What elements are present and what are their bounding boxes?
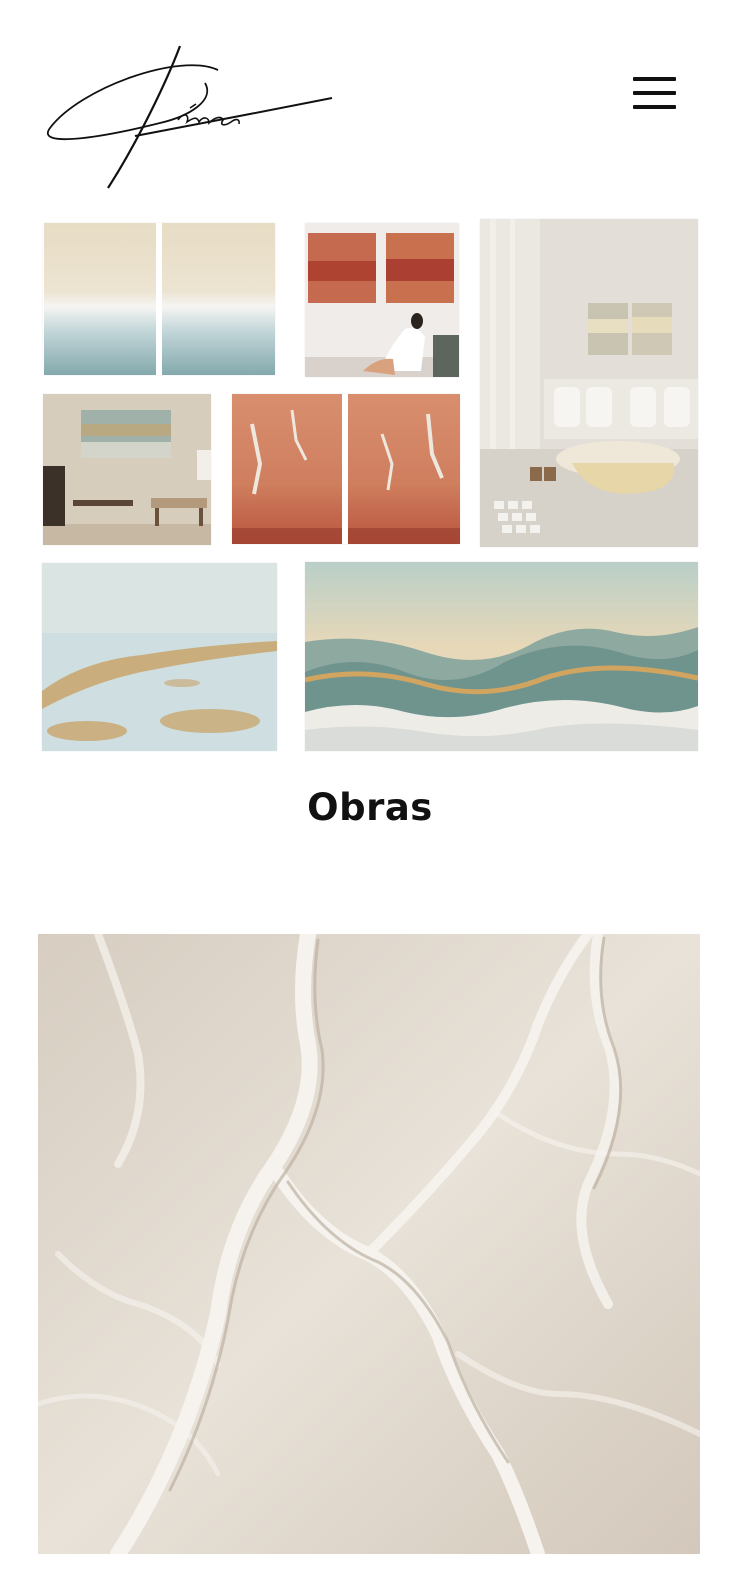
gallery-item-mountain-landscape[interactable] <box>305 562 698 751</box>
section-title: Obras <box>307 786 433 829</box>
gallery-item-living-room-interior[interactable] <box>480 219 698 547</box>
hamburger-menu-button[interactable] <box>628 72 680 114</box>
gallery-item-diptych-sea-foam[interactable] <box>43 223 275 375</box>
gallery-item-beige-room-landscape[interactable] <box>43 394 211 545</box>
featured-artwork-white-texture-relief[interactable] <box>38 934 700 1554</box>
gallery-item-pale-blue-gold-abstract[interactable] <box>42 563 277 751</box>
gallery-item-red-diptych-with-woman[interactable] <box>305 223 459 377</box>
gallery-item-terracotta-diptych[interactable] <box>232 394 460 544</box>
signature-logo-icon[interactable] <box>40 38 340 193</box>
